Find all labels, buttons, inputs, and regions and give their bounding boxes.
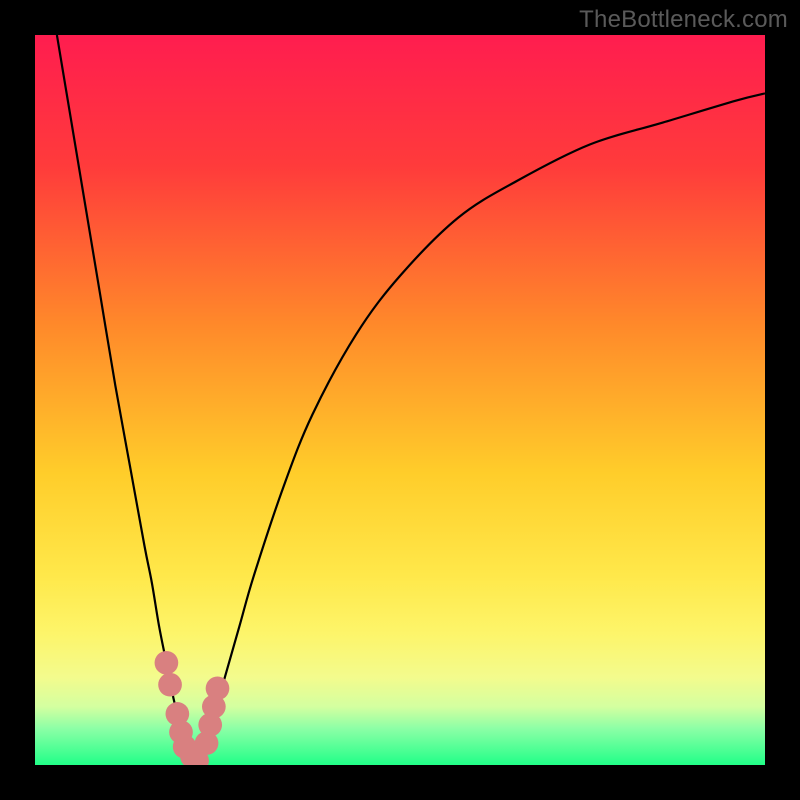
bottleneck-chart: [35, 35, 765, 765]
curve-marker: [158, 673, 182, 697]
plot-area: [35, 35, 765, 765]
curve-marker: [155, 651, 179, 675]
chart-frame: TheBottleneck.com: [0, 0, 800, 800]
watermark-text: TheBottleneck.com: [579, 6, 788, 34]
curve-marker: [206, 677, 230, 701]
chart-background: [35, 35, 765, 765]
